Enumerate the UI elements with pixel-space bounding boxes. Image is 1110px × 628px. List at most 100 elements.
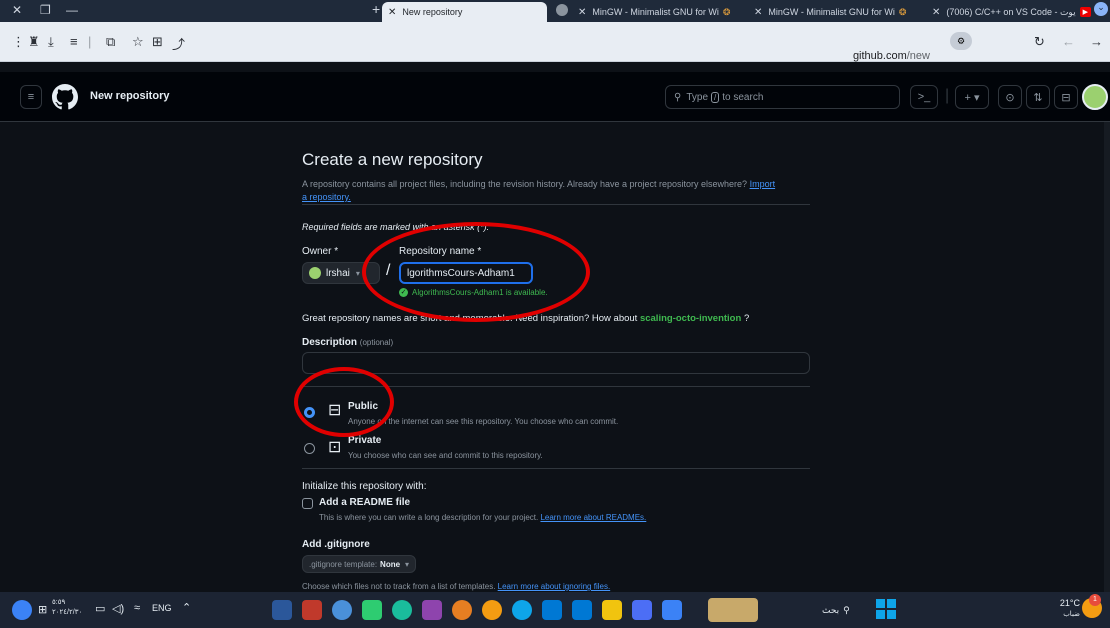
widget-image[interactable]	[708, 598, 758, 622]
firefox-icon[interactable]	[452, 600, 472, 620]
app-icon[interactable]	[392, 600, 412, 620]
share-icon[interactable]: ⤴	[172, 34, 185, 53]
settings-icon[interactable]	[332, 600, 352, 620]
chevron-down-icon: ▾	[405, 559, 410, 569]
collections-icon[interactable]: ⧉	[106, 34, 115, 50]
hamburger-menu-icon[interactable]: ≡	[20, 85, 42, 109]
readme-checkbox[interactable]	[302, 498, 313, 509]
browser-tab-bar: ✕ ❐ — + ✕ New repository ✕ MinGW - Minim…	[0, 0, 1110, 22]
restore-window-icon[interactable]: ❐	[40, 3, 51, 17]
weather-widget-icon[interactable]	[12, 600, 32, 620]
volume-icon[interactable]: ◁)	[112, 602, 124, 615]
public-description: Anyone on the internet can see this repo…	[348, 417, 619, 426]
tab-close-icon[interactable]: ✕	[388, 7, 396, 18]
tab-mingw-1[interactable]: ✕ MinGW - Minimalist GNU for Wi ❂	[572, 2, 742, 22]
readme-learn-more-link[interactable]: Learn more about READMEs.	[540, 513, 646, 522]
gitignore-title: Add .gitignore	[302, 539, 370, 550]
site-settings-icon[interactable]: ⚙	[950, 32, 972, 50]
description-label: Description (optional)	[302, 337, 394, 348]
page-description: A repository contains all project files,…	[302, 179, 776, 202]
user-avatar[interactable]	[1082, 84, 1108, 110]
reload-icon[interactable]: ↻	[1034, 34, 1045, 50]
minimize-window-icon[interactable]: —	[66, 3, 78, 17]
app-icon[interactable]	[662, 600, 682, 620]
pdf-icon[interactable]	[302, 600, 322, 620]
inbox-icon[interactable]: ⊟	[1054, 85, 1078, 109]
reading-list-icon[interactable]: ≡	[70, 34, 78, 49]
annotation-circle	[362, 222, 590, 322]
search-shortcut-key: /	[711, 91, 720, 103]
app-icon[interactable]	[362, 600, 382, 620]
annotation-circle	[294, 367, 394, 437]
tab-youtube[interactable]: ✕ (7006) C/C++ on VS Code - يوت ▶	[926, 2, 1091, 22]
owner-label: Owner *	[302, 246, 339, 257]
wifi-icon[interactable]: ≈	[134, 602, 140, 614]
chevron-down-icon: ▾	[355, 268, 360, 278]
network-icon[interactable]: ⊞	[38, 603, 47, 616]
menu-dots-icon[interactable]: ⋮	[12, 34, 25, 50]
private-radio[interactable]	[304, 443, 315, 454]
tab-list-icon[interactable]: ⌄	[1094, 2, 1108, 16]
new-tab-icon[interactable]: +	[372, 1, 380, 17]
chrome-icon[interactable]	[482, 600, 502, 620]
github-header: ≡ New repository >_ | + ▾ ⊙ ⇅ ⊟	[0, 72, 1110, 122]
favorite-star-icon[interactable]: ☆	[132, 34, 144, 50]
extensions-icon[interactable]: ♜	[28, 34, 40, 50]
divider	[302, 468, 810, 469]
notification-badge: 1	[1089, 594, 1101, 606]
file-explorer-icon[interactable]	[602, 600, 622, 620]
sourceforge-icon: ❂	[722, 6, 731, 17]
word-icon[interactable]	[272, 600, 292, 620]
address-bar[interactable]: github.com/new	[853, 50, 930, 62]
youtube-icon: ▶	[1079, 7, 1091, 17]
tab-mingw-2[interactable]: ✕ MinGW - Minimalist GNU for Wi ❂	[748, 2, 920, 22]
clock[interactable]: ٥:٥٩ ٢٠٢٤/٢/٣٠	[52, 598, 82, 618]
github-favicon-icon	[556, 4, 568, 16]
battery-icon[interactable]: ▭	[95, 602, 105, 615]
search-input[interactable]: ⚲ Type / to search	[665, 85, 900, 109]
reader-mode-icon[interactable]: ⊞	[152, 34, 163, 50]
readme-label: Add a README file	[319, 497, 411, 508]
description-input[interactable]	[302, 352, 810, 374]
tab-new-repository[interactable]: ✕ New repository	[382, 2, 547, 22]
private-description: You choose who can see and commit to thi…	[348, 451, 543, 460]
header-divider: |	[945, 87, 950, 104]
gitignore-template-select[interactable]: .gitignore template: None ▾	[302, 555, 417, 573]
windows-start-icon[interactable]	[876, 599, 896, 619]
app-icon[interactable]	[422, 600, 442, 620]
weather-indicator[interactable]: 21°C ضباب	[1054, 597, 1080, 621]
issues-icon[interactable]: ⊙	[998, 85, 1022, 109]
back-icon[interactable]: →	[1090, 34, 1103, 49]
windows-taskbar: ⊞ ٥:٥٩ ٢٠٢٤/٢/٣٠ ▭ ◁) ≈ ENG ⌃ بحث ⚲ 21°C…	[0, 592, 1110, 628]
gitignore-description: Choose which files not to track from a l…	[302, 582, 611, 591]
gitignore-learn-more-link[interactable]: Learn more about ignoring files.	[498, 582, 611, 591]
edge-icon[interactable]	[512, 600, 532, 620]
sourceforge-icon: ❂	[898, 6, 907, 17]
browser-toolbar: ⋮ ♜ ⤓ ≡ | ⧉ ☆ ⊞ ⤴ github.com/new ⚙ ↻ ← →	[0, 22, 1110, 62]
init-title: Initialize this repository with:	[302, 481, 427, 492]
private-label: Private	[348, 435, 382, 446]
create-new-icon[interactable]: + ▾	[955, 85, 989, 109]
forward-icon[interactable]: ←	[1062, 34, 1075, 49]
teams-icon[interactable]	[632, 600, 652, 620]
page-title: Create a new repository	[302, 150, 483, 169]
lock-icon: ⊡	[328, 439, 342, 456]
tab-close-icon[interactable]: ✕	[754, 7, 762, 18]
tab-close-icon[interactable]: ✕	[578, 7, 586, 18]
chevron-up-icon[interactable]: ⌃	[182, 601, 191, 614]
close-window-icon[interactable]: ✕	[12, 3, 22, 17]
language-indicator[interactable]: ENG	[152, 603, 172, 613]
github-logo-icon[interactable]	[52, 84, 78, 110]
search-icon: ⚲	[674, 91, 682, 103]
pull-requests-icon[interactable]: ⇅	[1026, 85, 1050, 109]
mail-icon[interactable]	[542, 600, 562, 620]
taskbar-search[interactable]: بحث ⚲	[822, 600, 868, 620]
name-suggestion-link[interactable]: scaling-octo-invention	[640, 313, 741, 324]
page-scrollbar[interactable]	[1104, 122, 1110, 592]
toolbar-divider: |	[88, 34, 92, 49]
tab-close-icon[interactable]: ✕	[932, 7, 940, 18]
command-palette-icon[interactable]: >_	[910, 85, 938, 109]
store-icon[interactable]	[572, 600, 592, 620]
owner-avatar	[309, 267, 321, 279]
download-icon[interactable]: ⤓	[48, 34, 54, 50]
